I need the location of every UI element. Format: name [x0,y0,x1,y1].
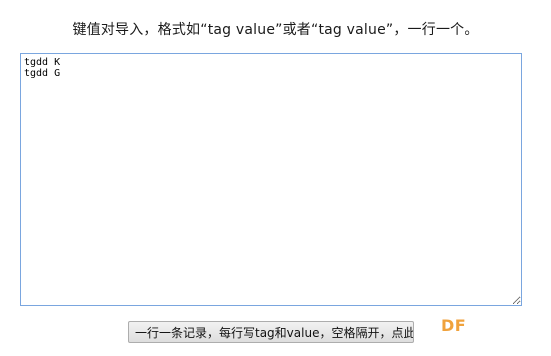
submit-button[interactable]: 一行一条记录，每行写tag和value，空格隔开，点此提交 [128,321,414,343]
key-value-textarea[interactable] [20,53,522,306]
watermark-logo: DF [441,316,467,335]
import-instructions: 键值对导入，格式如“tag value”或者“tag value”，一行一个。 [72,22,479,38]
